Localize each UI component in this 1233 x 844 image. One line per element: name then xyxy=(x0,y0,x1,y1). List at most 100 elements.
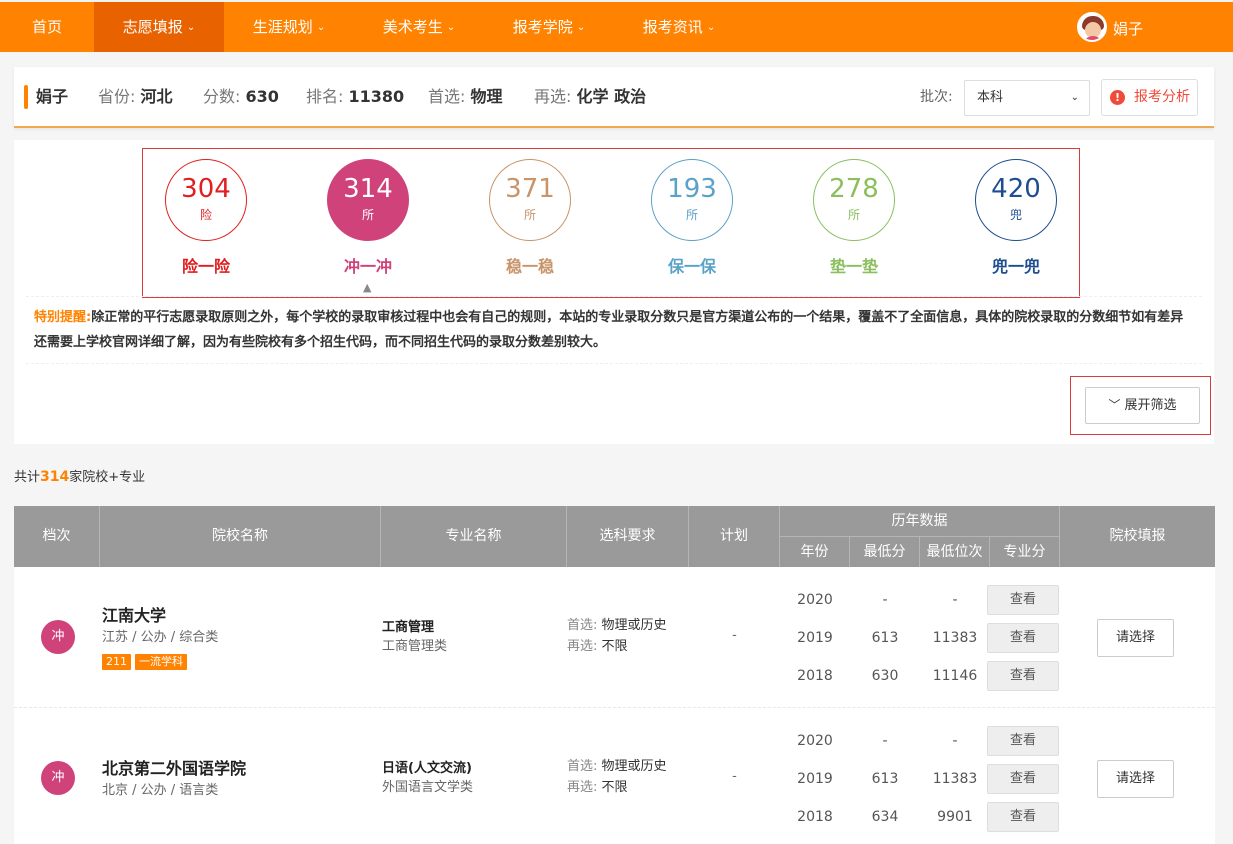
student-info-bar: 娟子 省份: 河北 分数: 630 排名: 11380 首选: 物理 再选: 化… xyxy=(14,67,1214,128)
min-score: 630 xyxy=(871,668,899,684)
min-score: - xyxy=(882,592,888,608)
tag-211: 211 xyxy=(102,654,131,670)
stat-circle: 193 所 xyxy=(651,159,733,241)
stat-label: 险一险 xyxy=(181,257,230,276)
min-rank: - xyxy=(952,592,958,608)
stat-safe[interactable]: 193 所 保一保 xyxy=(642,159,742,294)
stat-unit: 所 xyxy=(847,208,860,222)
th-school: 院校名称 xyxy=(100,506,381,567)
level-badge: 冲 xyxy=(41,620,75,654)
stat-count: 314 xyxy=(343,174,393,204)
stat-circle: 420 兜 xyxy=(975,159,1057,241)
min-rank: 11146 xyxy=(932,668,978,684)
first-subject-field: 首选: 物理 xyxy=(428,87,503,106)
analysis-button[interactable]: ! 报考分析 xyxy=(1101,79,1198,116)
nav-home[interactable]: 首页 xyxy=(0,2,94,52)
choose-button[interactable]: 请选择 xyxy=(1097,760,1174,798)
stat-label: 冲一冲 xyxy=(343,257,392,276)
batch-value: 本科 xyxy=(977,90,1004,105)
year: 2018 xyxy=(797,668,833,684)
school-meta: 江苏 / 公办 / 综合类 xyxy=(102,630,219,645)
notice-tag: 特别提醒: xyxy=(34,310,92,325)
view-button[interactable]: 查看 xyxy=(987,802,1059,832)
school-name[interactable]: 北京第二外国语学院 xyxy=(102,759,246,779)
th-min-score: 最低分 xyxy=(850,536,920,567)
stat-risk[interactable]: 304 险 险一险 xyxy=(156,159,256,294)
chevron-down-icon: ⌄ xyxy=(316,21,326,33)
choose-button[interactable]: 请选择 xyxy=(1097,619,1174,657)
rank-field: 排名: 11380 xyxy=(306,87,405,106)
nav-art-label: 美术考生 xyxy=(382,18,443,36)
year: 2020 xyxy=(797,733,833,749)
user-menu[interactable]: 娟子 xyxy=(1077,12,1157,44)
expand-filter-box: ﹀ 展开筛选 xyxy=(1070,376,1211,435)
avatar xyxy=(1077,12,1107,42)
nav-volunteer[interactable]: 志愿填报 ⌄ xyxy=(94,2,224,52)
nav-career[interactable]: 生涯规划 ⌄ xyxy=(224,2,354,52)
alert-icon: ! xyxy=(1110,90,1125,105)
nav-college[interactable]: 报考学院 ⌄ xyxy=(484,2,614,52)
min-score: 613 xyxy=(871,630,899,646)
stat-circle: 304 险 xyxy=(165,159,247,241)
stat-reach[interactable]: 314 所 冲一冲 xyxy=(318,159,418,294)
nav-college-label: 报考学院 xyxy=(512,18,573,36)
view-button[interactable]: 查看 xyxy=(987,623,1059,653)
view-button[interactable]: 查看 xyxy=(987,726,1059,756)
stat-count: 278 xyxy=(829,174,879,204)
user-name: 娟子 xyxy=(1113,20,1144,38)
stat-count: 304 xyxy=(181,174,231,204)
th-major: 专业名称 xyxy=(381,506,567,567)
year-row: 2020 - - 查看 xyxy=(780,585,1060,615)
stat-fallback[interactable]: 420 兜 兜一兜 xyxy=(966,159,1066,294)
nav-art[interactable]: 美术考生 ⌄ xyxy=(354,2,484,52)
year-row: 2019 613 11383 查看 xyxy=(780,764,1060,794)
stat-match[interactable]: 371 所 稳一稳 xyxy=(480,159,580,294)
year-row: 2018 630 11146 查看 xyxy=(780,661,1060,691)
chevron-down-icon: ⌄ xyxy=(706,21,716,33)
min-rank: 9901 xyxy=(937,809,973,825)
stat-unit: 所 xyxy=(685,208,698,222)
view-button[interactable]: 查看 xyxy=(987,764,1059,794)
req-first: 首选: 物理或历史 xyxy=(567,759,667,774)
result-count: 共计314家院校+专业 xyxy=(14,469,146,485)
year-row: 2020 - - 查看 xyxy=(780,726,1060,756)
req-first: 首选: 物理或历史 xyxy=(567,618,667,633)
year-row: 2019 613 11383 查看 xyxy=(780,623,1060,653)
th-major-score: 专业分 xyxy=(990,536,1060,567)
chevron-down-icon: ⌄ xyxy=(186,21,196,33)
tag-first-class: 一流学科 xyxy=(135,654,187,670)
notice-text: 除正常的平行志愿录取原则之外，每个学校的录取审核过程中也会有自己的规则，本站的专… xyxy=(34,310,1184,350)
notice: 特别提醒:除正常的平行志愿录取原则之外，每个学校的录取审核过程中也会有自己的规则… xyxy=(26,296,1202,364)
stat-circle: 278 所 xyxy=(813,159,895,241)
table-row: 冲 江南大学 江苏 / 公办 / 综合类 211 一流学科 工商管理 工商管理类 … xyxy=(14,567,1215,708)
stat-unit: 所 xyxy=(361,208,374,222)
level-badge: 冲 xyxy=(41,761,75,795)
stat-label: 垫一垫 xyxy=(829,257,878,276)
stat-pad[interactable]: 278 所 垫一垫 xyxy=(804,159,904,294)
expand-filter-label: 展开筛选 xyxy=(1124,398,1177,413)
nav-news-label: 报考资讯 xyxy=(642,18,703,36)
chevron-down-icon: ⌄ xyxy=(1070,92,1079,103)
major-name: 工商管理 xyxy=(382,620,435,635)
expand-filter-button[interactable]: ﹀ 展开筛选 xyxy=(1085,387,1200,424)
min-score: 613 xyxy=(871,771,899,787)
view-button[interactable]: 查看 xyxy=(987,585,1059,615)
stat-unit: 兜 xyxy=(1009,208,1022,222)
chevron-down-icon: ﹀ xyxy=(1108,398,1121,412)
major-category: 外国语言文学类 xyxy=(382,780,474,795)
year: 2018 xyxy=(797,809,833,825)
nav-news[interactable]: 报考资讯 ⌄ xyxy=(614,2,744,52)
nav-home-label: 首页 xyxy=(31,18,62,36)
school-name[interactable]: 江南大学 xyxy=(102,606,166,626)
th-level: 档次 xyxy=(14,506,100,567)
stat-label: 兜一兜 xyxy=(991,257,1040,276)
table-row: 冲 北京第二外国语学院 北京 / 公办 / 语言类 日语(人文交流) 外国语言文… xyxy=(14,708,1215,844)
top-nav: 首页 志愿填报 ⌄ 生涯规划 ⌄ 美术考生 ⌄ 报考学院 ⌄ 报考资讯 ⌄ 娟子 xyxy=(0,0,1233,52)
caret-up-icon: ▲ xyxy=(363,281,372,294)
view-button[interactable]: 查看 xyxy=(987,661,1059,691)
req-second: 再选: 不限 xyxy=(567,780,628,795)
year: 2019 xyxy=(797,630,833,646)
nav-volunteer-label: 志愿填报 xyxy=(122,18,183,36)
stat-label: 稳一稳 xyxy=(505,257,554,276)
batch-select[interactable]: 本科 ⌄ xyxy=(964,80,1090,116)
